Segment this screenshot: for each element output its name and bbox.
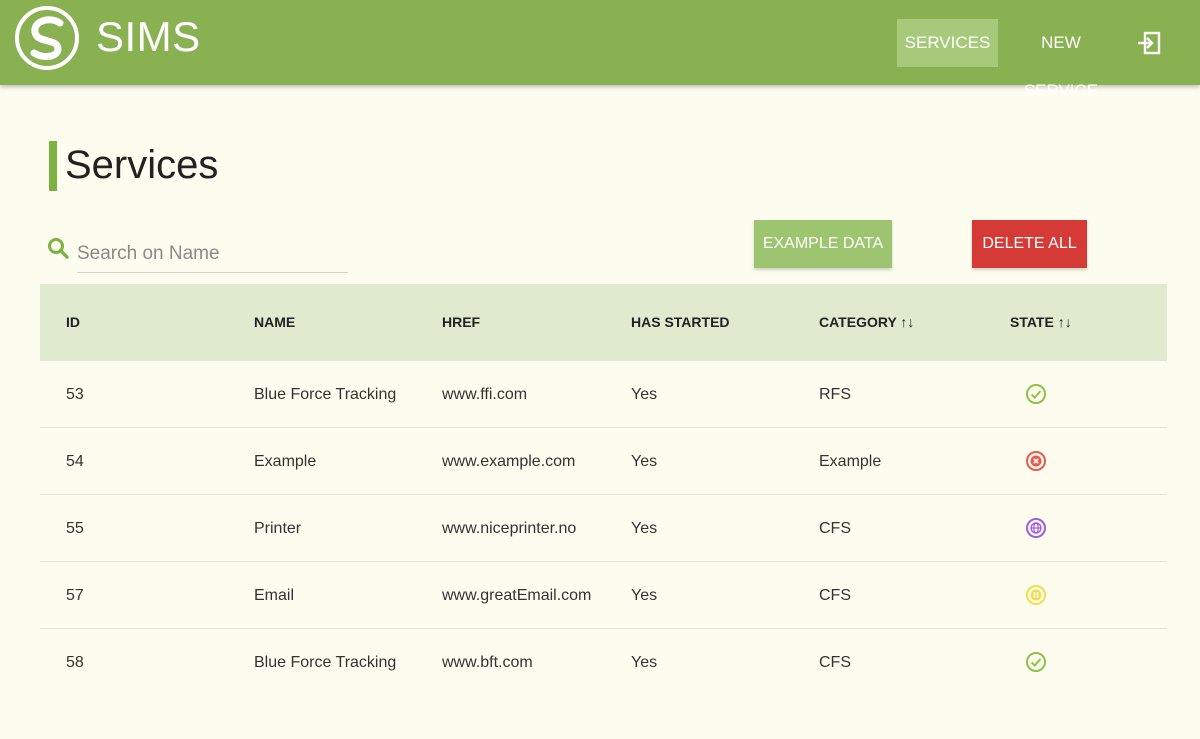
column-header-state-sort[interactable]: STATE ↑↓ — [1010, 284, 1072, 361]
cell-category: CFS — [819, 654, 851, 671]
cell-href: www.bft.com — [442, 654, 533, 671]
cell-id: 55 — [66, 520, 84, 537]
search-input[interactable] — [77, 235, 348, 273]
cell-href: www.example.com — [442, 453, 576, 470]
example-data-button[interactable]: EXAMPLE DATA — [754, 220, 892, 268]
cell-id: 53 — [66, 386, 84, 403]
page-title: Services — [65, 143, 219, 187]
x-circle-icon — [1026, 451, 1046, 471]
top-navbar: SIMS SERVICES NEW SERVICE — [0, 0, 1200, 100]
check-circle-icon — [1026, 652, 1046, 672]
logout-icon[interactable] — [1136, 30, 1162, 56]
table-row[interactable]: 53 Blue Force Tracking www.ffi.com Yes R… — [40, 361, 1167, 428]
search-icon — [48, 238, 69, 259]
table-row[interactable]: 54 Example www.example.com Yes Example — [40, 428, 1167, 495]
cell-category: Example — [819, 453, 882, 470]
cell-has-started: Yes — [631, 520, 658, 537]
cell-name: Example — [254, 453, 317, 470]
column-header-id: ID — [66, 314, 80, 330]
sims-logo-icon[interactable] — [14, 5, 80, 71]
title-accent-bar — [49, 141, 57, 191]
pause-circle-icon — [1026, 585, 1046, 605]
check-circle-icon — [1026, 384, 1046, 404]
column-header-category-sort[interactable]: CATEGORY ↑↓ — [819, 284, 914, 361]
cell-category: RFS — [819, 386, 851, 403]
cell-id: 58 — [66, 654, 84, 671]
cell-has-started: Yes — [631, 587, 658, 604]
column-header-name: NAME — [254, 314, 296, 330]
cell-has-started: Yes — [631, 386, 658, 403]
cell-href: www.ffi.com — [442, 386, 528, 403]
cell-name: Blue Force Tracking — [254, 654, 397, 671]
globe-circle-icon — [1026, 518, 1046, 538]
table-row[interactable]: 58 Blue Force Tracking www.bft.com Yes C… — [40, 629, 1167, 696]
brand-name[interactable]: SIMS — [96, 16, 201, 58]
delete-all-button[interactable]: DELETE ALL — [972, 220, 1087, 268]
nav-services-link[interactable]: SERVICES — [897, 19, 998, 67]
cell-category: CFS — [819, 520, 851, 537]
cell-name: Blue Force Tracking — [254, 386, 397, 403]
table-row[interactable]: 57 Email www.greatEmail.com Yes CFS — [40, 562, 1167, 629]
nav-new-service-link[interactable]: NEW SERVICE — [1006, 19, 1116, 100]
cell-category: CFS — [819, 587, 851, 604]
services-table: ID NAME HREF HAS STARTED CATEGORY ↑↓ STA… — [40, 284, 1167, 696]
cell-name: Email — [254, 587, 295, 604]
cell-has-started: Yes — [631, 453, 658, 470]
table-row[interactable]: 55 Printer www.niceprinter.no Yes CFS — [40, 495, 1167, 562]
column-header-href: HREF — [442, 314, 481, 330]
table-body: 53 Blue Force Tracking www.ffi.com Yes R… — [40, 361, 1167, 696]
cell-has-started: Yes — [631, 654, 658, 671]
cell-href: www.greatEmail.com — [442, 587, 592, 604]
table-header: ID NAME HREF HAS STARTED CATEGORY ↑↓ STA… — [40, 284, 1167, 361]
cell-href: www.niceprinter.no — [442, 520, 577, 537]
cell-id: 54 — [66, 453, 84, 470]
cell-id: 57 — [66, 587, 84, 604]
cell-name: Printer — [254, 520, 302, 537]
column-header-has-started: HAS STARTED — [631, 314, 730, 330]
